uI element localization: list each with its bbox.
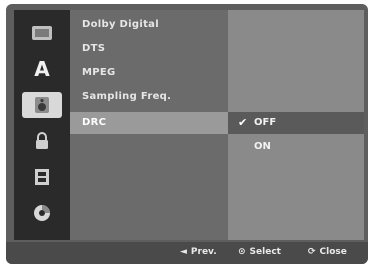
close-hint[interactable]: ⟳ Close (308, 247, 347, 257)
checkmark-icon: ✔ (238, 116, 248, 129)
option-off[interactable]: ✔ OFF (228, 112, 364, 134)
language-icon: A (34, 57, 50, 81)
disc-icon (32, 26, 52, 40)
setup-menu-screen: A Dolby Digital DTS MPEG Sampling Freq. … (6, 4, 368, 264)
speaker-icon (35, 97, 49, 113)
close-label: Close (319, 247, 347, 257)
select-label: Select (249, 247, 281, 257)
lock-icon (36, 132, 48, 149)
film-icon (35, 169, 49, 185)
drc-options-panel: ✔ OFF ON (228, 10, 364, 240)
sidebar-item-language[interactable]: A (22, 56, 62, 82)
prev-hint[interactable]: ◄ Prev. (180, 247, 217, 257)
sidebar-item-others[interactable] (22, 200, 62, 226)
option-off-label: OFF (254, 117, 277, 128)
menu-item-drc[interactable]: DRC (70, 112, 228, 134)
menu-item-dts[interactable]: DTS (70, 38, 228, 60)
option-on-label: ON (254, 141, 271, 152)
option-on[interactable]: ON (228, 136, 364, 158)
select-hint[interactable]: ⊙ Select (238, 247, 281, 257)
control-hint-bar: ◄ Prev. ⊙ Select ⟳ Close (6, 242, 368, 264)
audio-settings-menu: Dolby Digital DTS MPEG Sampling Freq. DR… (70, 10, 228, 240)
sidebar-item-lock[interactable] (22, 128, 62, 154)
return-icon: ⟳ (308, 247, 316, 257)
menu-item-dolby-digital[interactable]: Dolby Digital (70, 14, 228, 36)
prev-label: Prev. (190, 247, 217, 257)
select-button-icon: ⊙ (238, 247, 246, 257)
category-sidebar: A (14, 10, 70, 240)
sidebar-item-recording[interactable] (22, 164, 62, 190)
sidebar-item-audio[interactable] (22, 92, 62, 118)
left-arrow-icon: ◄ (180, 247, 187, 257)
menu-item-sampling-freq[interactable]: Sampling Freq. (70, 86, 228, 108)
other-disc-icon (34, 205, 50, 221)
sidebar-item-disc[interactable] (22, 20, 62, 46)
menu-item-mpeg[interactable]: MPEG (70, 62, 228, 84)
